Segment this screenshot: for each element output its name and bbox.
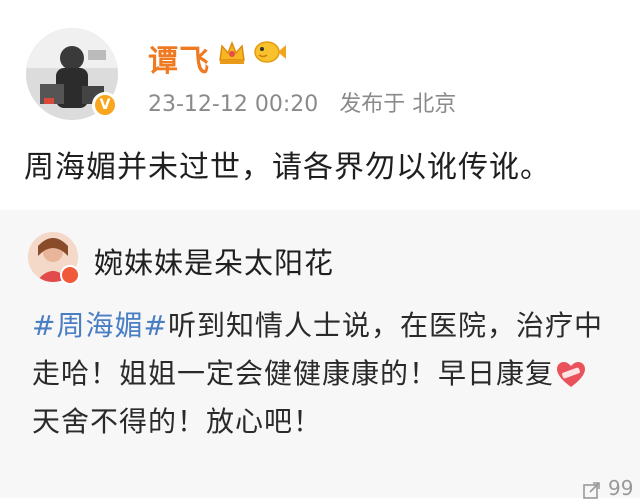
weibo-post: V 谭飞 23-12-12 00:20 发布于 北京 周海媚并未过世，请各界勿以… — [0, 0, 640, 210]
share-icon — [583, 481, 600, 499]
post-location: 发布于 北京 — [339, 92, 457, 117]
repost-text: #周海媚#听到知情人士说，在医院，治疗中 走哈！姐姐一定会健健康康的！早日康复 … — [32, 302, 640, 448]
repost-text-line-1: #周海媚#听到知情人士说，在医院，治疗中 — [32, 302, 640, 350]
post-text: 周海媚并未过世，请各界勿以讹传讹。 — [24, 150, 551, 185]
repost-counter[interactable]: 99 — [582, 476, 633, 500]
repost-line-1-text: 听到知情人士说，在医院，治疗中 — [167, 309, 603, 342]
verified-badge-icon: V — [92, 92, 118, 118]
fish-icon — [254, 41, 286, 63]
hashtag-link[interactable]: #周海媚# — [32, 309, 168, 342]
repost-username[interactable]: 婉妹妹是朵太阳花 — [94, 240, 334, 282]
repost-count: 99 — [608, 476, 634, 500]
repost-text-line-3: 天舍不得的！放心吧！ — [32, 405, 323, 438]
repost-line-2-text: 走哈！姐姐一定会健健康康的！早日康复 — [32, 357, 555, 390]
bandaged-heart-icon — [557, 362, 586, 387]
post-timestamp: 23-12-12 00:20 — [148, 92, 319, 117]
repost-user-badge-icon — [60, 265, 80, 285]
crown-icon — [219, 40, 245, 64]
reposted-weibo[interactable]: 婉妹妹是朵太阳花 #周海媚#听到知情人士说，在医院，治疗中 走哈！姐姐一定会健健… — [0, 210, 640, 500]
repost-text-line-2: 走哈！姐姐一定会健健康康的！早日康复 — [32, 350, 640, 398]
username[interactable]: 谭飞 — [148, 36, 210, 80]
post-meta: 23-12-12 00:20 发布于 北京 — [148, 86, 470, 118]
